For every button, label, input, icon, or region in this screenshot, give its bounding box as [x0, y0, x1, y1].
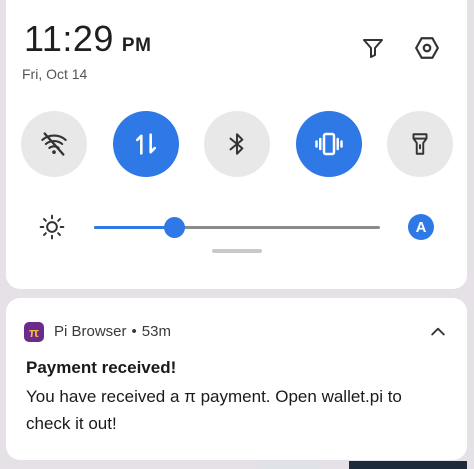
pi-browser-app-icon: π [24, 322, 44, 342]
flashlight-icon [412, 133, 428, 155]
notification-age: 53m [141, 323, 171, 340]
mobile-data-icon [135, 133, 157, 155]
background-thumbnail [258, 461, 320, 469]
flashlight-tile[interactable] [387, 111, 453, 177]
bluetooth-icon [229, 133, 244, 155]
background-thumbnail-dark [349, 461, 467, 469]
notification-title: Payment received! [26, 358, 177, 377]
settings-icon[interactable] [413, 34, 441, 62]
auto-brightness-button[interactable]: A [408, 214, 434, 240]
brightness-slider[interactable] [94, 217, 380, 238]
brightness-slider-thumb[interactable] [164, 217, 186, 238]
filter-icon[interactable] [359, 34, 387, 62]
clock-ampm: PM [121, 35, 152, 56]
header-separator: • [131, 323, 137, 340]
chevron-up-icon[interactable] [428, 322, 448, 342]
clock[interactable]: 11:29 PM [24, 18, 151, 60]
clock-time: 11:29 [24, 18, 114, 59]
mobile-data-tile[interactable] [113, 111, 179, 177]
notification-card[interactable]: π Pi Browser • 53m Payment received! You… [6, 298, 467, 460]
notification-shade: 11:29 PM Fri, Oct 14 A π Pi Browser • 53… [0, 0, 474, 469]
vibrate-tile[interactable] [296, 111, 362, 177]
notification-header: Pi Browser • 53m [54, 323, 171, 340]
notification-body: You have received a π payment. Open wall… [26, 387, 402, 433]
vibrate-icon [315, 132, 343, 156]
wifi-tile[interactable] [21, 111, 87, 177]
brightness-icon [39, 214, 65, 240]
brightness-slider-fill [94, 226, 175, 229]
date-label[interactable]: Fri, Oct 14 [22, 66, 87, 82]
bluetooth-tile[interactable] [204, 111, 270, 177]
quick-settings-panel: 11:29 PM Fri, Oct 14 A [6, 0, 467, 289]
drag-handle[interactable] [212, 249, 262, 253]
wifi-off-icon [41, 132, 67, 156]
app-name: Pi Browser [54, 323, 127, 340]
